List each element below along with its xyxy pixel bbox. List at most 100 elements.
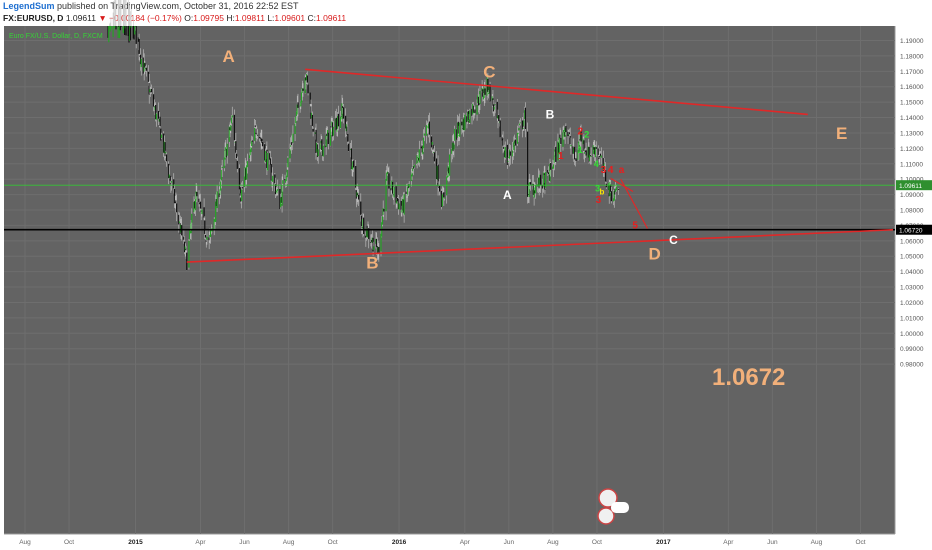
candle-body (329, 129, 332, 146)
candle-body (469, 110, 471, 123)
candle-body (152, 94, 155, 107)
candle-body (555, 146, 557, 162)
candle-body (191, 213, 193, 223)
candle-body (221, 166, 223, 169)
candle-body (413, 164, 415, 168)
candle-body (203, 207, 205, 218)
candle-body (617, 189, 620, 190)
candle-body (173, 179, 175, 189)
price-chart[interactable]: 1.19000 1.18000 1.17000 1.16000 1.15000 1.140… (0, 0, 932, 550)
price-tick-label: 1.06000 (900, 238, 924, 245)
candle-body (129, 26, 132, 41)
candle-body (337, 113, 340, 127)
candle-body (370, 241, 372, 243)
candle-body (597, 148, 599, 155)
candle-body (523, 120, 525, 127)
candle-body (216, 191, 218, 209)
candle-body (199, 201, 202, 209)
candle-body (230, 125, 232, 131)
time-tick-label: 2017 (656, 539, 671, 546)
candle-body (330, 126, 332, 128)
candle-body (385, 178, 387, 212)
candle-body (204, 235, 207, 238)
candle-body (220, 181, 222, 191)
candle-body (165, 154, 168, 162)
candle-body (251, 140, 254, 142)
candle-body (339, 116, 342, 129)
candle-body (398, 203, 400, 210)
candle-body (292, 133, 294, 143)
wave-label: 3 (596, 195, 602, 206)
candle-body (226, 143, 228, 156)
candle-body (130, 26, 132, 28)
candle-body (407, 187, 409, 195)
candle-body (575, 158, 577, 162)
candle-body (433, 152, 436, 162)
candle-body (209, 230, 212, 237)
candle-body (196, 191, 198, 197)
price-tick-label: 0.98000 (900, 362, 924, 369)
candle-body (484, 88, 486, 95)
candle-body (405, 191, 407, 195)
candle-body (496, 101, 498, 118)
price-tick-label: 1.14000 (900, 115, 924, 122)
candle-body (416, 155, 418, 163)
price-tick-label: 1.02000 (900, 300, 924, 307)
candle-body (569, 136, 571, 145)
candle-body (173, 188, 176, 204)
candle-body (423, 137, 425, 149)
candle-body (355, 166, 357, 188)
candle-body (563, 129, 565, 133)
candle-body (254, 125, 256, 128)
candle-body (418, 149, 420, 163)
candle-body (350, 148, 353, 170)
candle-body (183, 236, 185, 240)
candle-body (453, 143, 455, 150)
candle-body (457, 121, 459, 134)
candle-body (393, 186, 395, 198)
candle-body (230, 117, 233, 124)
candle-body (178, 221, 181, 223)
wave-label: 5 (632, 221, 638, 232)
candle-body (220, 169, 223, 181)
time-tick-label: Aug (811, 539, 823, 546)
candle-body (289, 149, 291, 159)
price-tick-label: 1.03000 (900, 285, 924, 292)
candle-body (302, 88, 304, 91)
price-tick-label: 1.19000 (900, 38, 924, 45)
candle-body (342, 107, 345, 119)
candle-body (255, 128, 257, 134)
candle-body (567, 131, 569, 137)
price-tick-label: 1.18000 (900, 53, 924, 60)
candle-body (176, 203, 178, 213)
candle-body (502, 138, 504, 146)
candle-body (194, 199, 197, 211)
candle-body (438, 185, 441, 192)
candle-body (241, 187, 243, 189)
wave-label: D (649, 244, 661, 263)
candle-body (272, 175, 274, 182)
candle-body (254, 128, 256, 141)
candle-body (206, 236, 208, 240)
candle-body (527, 131, 529, 197)
candle-body (321, 139, 323, 150)
candle-body (294, 124, 296, 135)
candle-body (441, 194, 443, 207)
wave-label: A (222, 47, 234, 66)
candle-body (148, 82, 150, 95)
wave-label: B (366, 254, 378, 273)
time-tick-label: Jun (239, 539, 250, 546)
wave-label: C (483, 62, 495, 81)
candle-body (381, 216, 384, 225)
candle-body (513, 142, 515, 151)
target-price-label: 1.0672 (712, 364, 785, 391)
price-tick-label: 1.00000 (900, 331, 924, 338)
candle-body (494, 104, 496, 106)
candle-body (489, 84, 491, 102)
candle-body (246, 165, 248, 180)
candle-body (236, 160, 238, 169)
horizontal-level-text: 1.06720 (899, 228, 923, 235)
candle-body (256, 134, 259, 136)
wave-label: a (619, 165, 625, 176)
candle-body (261, 142, 264, 147)
